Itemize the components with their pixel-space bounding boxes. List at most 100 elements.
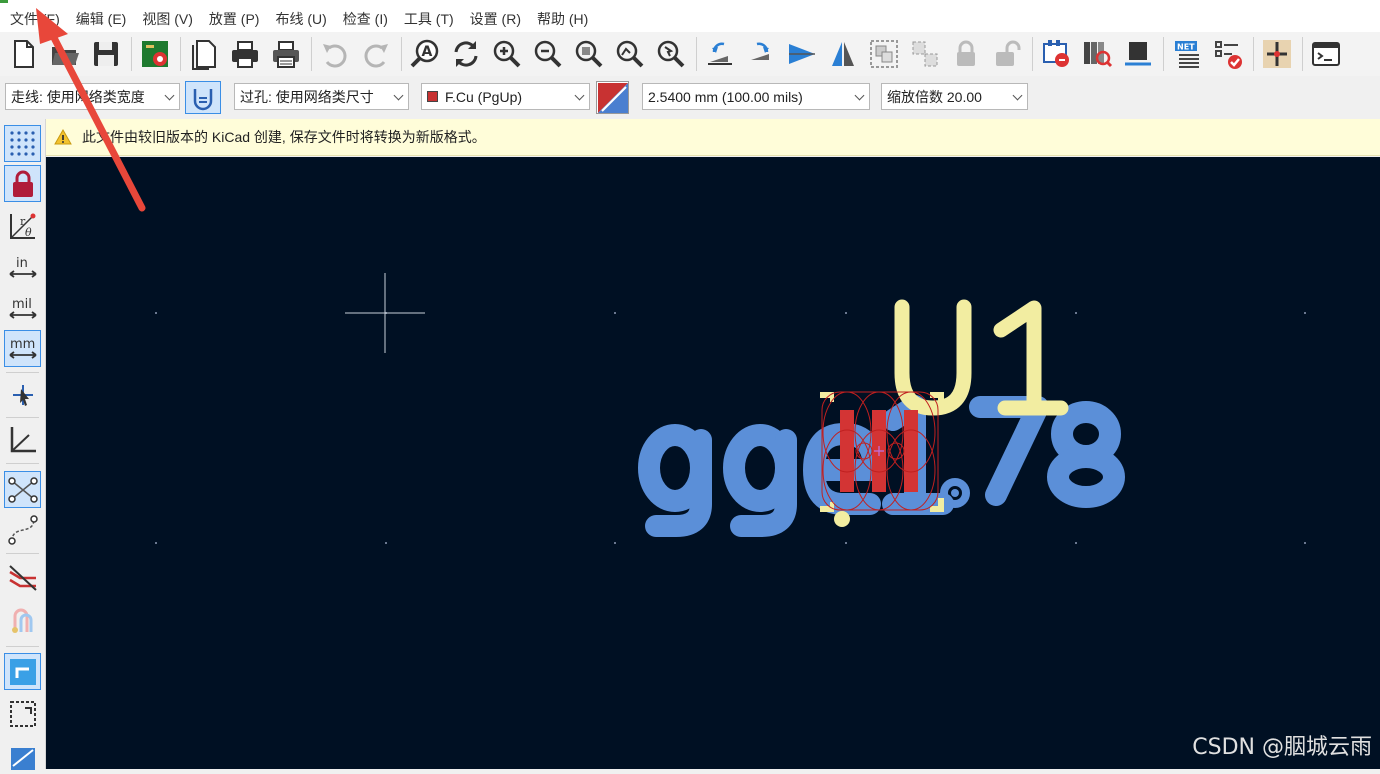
zoom-value: 缩放倍数 20.00 — [887, 88, 982, 105]
new-board-icon[interactable] — [6, 36, 42, 72]
track-width-value: 走线: 使用网络类宽度 — [11, 88, 145, 105]
track-width-select[interactable]: 走线: 使用网络类宽度 — [5, 83, 180, 110]
zoom-in-icon[interactable] — [489, 36, 525, 72]
zone-icon — [9, 658, 36, 685]
units-inch-button[interactable]: in — [4, 249, 41, 286]
high-contrast-button[interactable] — [4, 601, 41, 638]
via-size-select[interactable]: 过孔: 使用网络类尺寸 — [234, 83, 409, 110]
zoom-fit-icon[interactable] — [571, 36, 607, 72]
menu-route[interactable]: 布线 (U) — [269, 9, 332, 29]
grid-dots — [155, 312, 1306, 544]
menu-file[interactable]: 文件 (F) — [4, 9, 66, 29]
svg-text:mil: mil — [12, 297, 32, 312]
svg-text:in: in — [16, 256, 28, 271]
menu-tools[interactable]: 工具 (T) — [398, 9, 460, 29]
save-icon[interactable] — [88, 36, 124, 72]
units-mm-button[interactable]: mm — [4, 330, 41, 367]
refresh-icon[interactable] — [448, 36, 484, 72]
units-mil-button[interactable]: mil — [4, 290, 41, 327]
chevron-down-icon — [1012, 90, 1023, 101]
warning-icon — [54, 129, 72, 145]
rotate-ccw-icon[interactable] — [702, 36, 738, 72]
zone-fill-button[interactable] — [4, 653, 41, 690]
menu-edit[interactable]: 编辑 (E) — [70, 9, 133, 29]
cursor-style-button[interactable] — [4, 376, 41, 413]
drc-icon[interactable] — [1210, 36, 1246, 72]
axes-icon — [10, 426, 36, 452]
mirror-icon[interactable] — [825, 36, 861, 72]
zoom-select[interactable]: 缩放倍数 20.00 — [881, 83, 1028, 110]
page-settings-icon[interactable] — [186, 36, 222, 72]
auto-track-width-button[interactable] — [185, 81, 221, 114]
board-drawing — [155, 273, 1306, 544]
update-from-schematic-icon[interactable] — [1038, 36, 1074, 72]
unlock-icon[interactable] — [989, 36, 1025, 72]
netlist-icon[interactable]: NET — [1169, 36, 1205, 72]
curved-ratsnest-icon — [7, 514, 38, 545]
layer-select[interactable]: F.Cu (PgUp) — [421, 83, 590, 110]
zoom-objects-icon[interactable] — [612, 36, 648, 72]
scripting-icon[interactable] — [1259, 36, 1295, 72]
open-icon[interactable] — [47, 36, 83, 72]
group-icon[interactable] — [866, 36, 902, 72]
info-message: 此文件由较旧版本的 KiCad 创建, 保存文件时将转换为新版格式。 — [82, 129, 486, 145]
pad-icon — [10, 747, 35, 770]
zone-outline-button[interactable] — [4, 695, 41, 732]
menu-help[interactable]: 帮助 (H) — [531, 9, 594, 29]
ratsnest-icon — [7, 476, 38, 503]
layer-pair-icon — [597, 82, 628, 113]
menu-view[interactable]: 视图 (V) — [136, 9, 199, 29]
svg-text:A: A — [422, 44, 433, 60]
chevron-down-icon — [164, 90, 175, 101]
options-bar: 走线: 使用网络类宽度 过孔: 使用网络类尺寸 F.Cu (PgUp) 2.54… — [0, 78, 1380, 118]
ungroup-icon[interactable] — [907, 36, 943, 72]
plot-icon[interactable] — [268, 36, 304, 72]
redo-icon[interactable] — [358, 36, 394, 72]
svg-text:NET: NET — [1177, 43, 1195, 52]
pcb-canvas[interactable]: CSDN @胭城云雨 — [46, 157, 1380, 769]
main-toolbar: A NET — [0, 32, 1380, 76]
menu-preferences[interactable]: 设置 (R) — [464, 9, 527, 29]
flip-icon[interactable] — [784, 36, 820, 72]
svg-text:θ: θ — [25, 226, 32, 239]
via-size-value: 过孔: 使用网络类尺寸 — [240, 88, 374, 105]
crosshair-cursor — [345, 273, 425, 353]
menu-inspect[interactable]: 检查 (I) — [337, 9, 394, 29]
chevron-down-icon — [393, 90, 404, 101]
zoom-out-icon[interactable] — [530, 36, 566, 72]
grid-icon — [9, 130, 35, 156]
grid-select[interactable]: 2.5400 mm (100.00 mils) — [642, 83, 870, 110]
board-setup-icon[interactable] — [137, 36, 173, 72]
footprint-editor-icon[interactable] — [1120, 36, 1156, 72]
print-icon[interactable] — [227, 36, 263, 72]
cursor-icon — [12, 384, 33, 406]
show-tracks-button[interactable] — [4, 559, 41, 596]
local-coords-button[interactable] — [4, 420, 41, 457]
zone-outline-icon — [9, 700, 36, 727]
zoom-selection-icon[interactable] — [653, 36, 689, 72]
watermark-text: CSDN @胭城云雨 — [1192, 735, 1372, 760]
svg-text:mm: mm — [10, 337, 35, 352]
info-bar: 此文件由较旧版本的 KiCad 创建, 保存文件时将转换为新版格式。 — [46, 119, 1380, 156]
polar-coords-button[interactable]: rθ — [4, 207, 41, 244]
menu-bar: 文件 (F) 编辑 (E) 视图 (V) 放置 (P) 布线 (U) 检查 (I… — [0, 5, 1380, 32]
chevron-down-icon — [574, 90, 585, 101]
layer-pair-button[interactable] — [596, 81, 629, 114]
footprint-library-icon[interactable] — [1079, 36, 1115, 72]
rotate-cw-icon[interactable] — [743, 36, 779, 72]
lock-grid-button[interactable] — [4, 165, 41, 202]
menu-place[interactable]: 放置 (P) — [203, 9, 266, 29]
console-icon[interactable] — [1308, 36, 1344, 72]
curved-ratsnest-button[interactable] — [4, 511, 41, 548]
contrast-icon — [11, 608, 32, 633]
pad-outline-button[interactable] — [4, 737, 41, 774]
lock-icon[interactable] — [948, 36, 984, 72]
tracks-icon — [8, 564, 37, 591]
undo-icon[interactable] — [317, 36, 353, 72]
polar-icon: rθ — [9, 213, 35, 239]
chevron-down-icon — [854, 90, 865, 101]
auto-width-icon — [193, 88, 213, 110]
find-icon[interactable]: A — [407, 36, 443, 72]
ratsnest-button[interactable] — [4, 471, 41, 508]
grid-toggle-button[interactable] — [4, 125, 41, 162]
